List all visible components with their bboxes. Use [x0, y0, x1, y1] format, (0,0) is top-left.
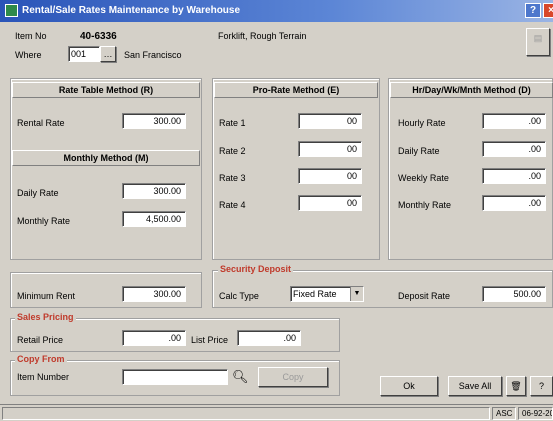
rate2-field[interactable]: 00: [298, 141, 362, 157]
title-bar: Rental/Sale Rates Maintenance by Warehou…: [0, 0, 553, 22]
minimum-rent-field[interactable]: 300.00: [122, 286, 186, 302]
rates-maintenance-window: Rental/Sale Rates Maintenance by Warehou…: [0, 0, 553, 421]
help-button[interactable]: ?: [530, 376, 553, 396]
where-label: Where: [15, 50, 42, 60]
daily-rate-field[interactable]: 300.00: [122, 183, 186, 199]
retail-price-label: Retail Price: [17, 335, 64, 345]
search-icon[interactable]: 🔍︎: [232, 369, 249, 385]
where-code-field[interactable]: 001: [68, 46, 100, 62]
rate-table-title: Rate Table Method (R): [12, 82, 200, 98]
hourly-rate-field[interactable]: .00: [482, 113, 546, 129]
copy-button[interactable]: Copy: [258, 367, 328, 387]
help-icon[interactable]: ?: [525, 3, 541, 18]
item-number-field[interactable]: [122, 369, 228, 385]
retail-price-field[interactable]: .00: [122, 330, 186, 346]
where-lookup-button[interactable]: …: [100, 46, 116, 62]
document-icon: ▤: [533, 33, 543, 43]
hdwm-monthly-rate-label: Monthly Rate: [398, 200, 452, 210]
calc-type-select[interactable]: Fixed Rate ▼: [290, 286, 364, 302]
item-no-value: 40-6336: [80, 31, 117, 42]
calc-type-label: Calc Type: [219, 291, 259, 301]
deposit-rate-label: Deposit Rate: [398, 291, 451, 301]
where-name: San Francisco: [124, 50, 182, 60]
weekly-rate-field[interactable]: .00: [482, 168, 546, 184]
weekly-rate-label: Weekly Rate: [398, 173, 449, 183]
delete-button[interactable]: 🗑︎: [506, 376, 526, 396]
rate1-field[interactable]: 00: [298, 113, 362, 129]
save-all-button[interactable]: Save All: [448, 376, 502, 396]
ok-button[interactable]: Ok: [380, 376, 438, 396]
hdwm-daily-rate-label: Daily Rate: [398, 146, 440, 156]
rate3-label: Rate 3: [219, 173, 246, 183]
item-number-label: Item Number: [17, 372, 70, 382]
hdwm-daily-rate-field[interactable]: .00: [482, 141, 546, 157]
app-icon: [5, 4, 18, 17]
list-price-field[interactable]: .00: [237, 330, 301, 346]
trash-icon: 🗑︎: [510, 381, 522, 391]
status-date: 06-92-200: [518, 407, 553, 420]
rate3-field[interactable]: 00: [298, 168, 362, 184]
deposit-rate-field[interactable]: 500.00: [482, 286, 546, 302]
rental-rate-field[interactable]: 300.00: [122, 113, 186, 129]
list-price-label: List Price: [191, 335, 229, 345]
prorate-title: Pro-Rate Method (E): [214, 82, 378, 98]
rate4-label: Rate 4: [219, 200, 246, 210]
copy-from-title: Copy From: [15, 354, 67, 364]
rate2-label: Rate 2: [219, 146, 246, 156]
status-message: [2, 407, 490, 420]
lookup-icon: …: [103, 49, 113, 59]
hdwm-monthly-rate-field[interactable]: .00: [482, 195, 546, 211]
sales-pricing-title: Sales Pricing: [15, 312, 76, 322]
status-mode: ASC: [492, 407, 516, 420]
window-title: Rental/Sale Rates Maintenance by Warehou…: [22, 5, 241, 16]
toolbar-icon-button[interactable]: ▤: [526, 28, 550, 56]
rate4-field[interactable]: 00: [298, 195, 362, 211]
daily-rate-label: Daily Rate: [17, 188, 59, 198]
security-deposit-title: Security Deposit: [218, 264, 294, 274]
calc-type-value: Fixed Rate: [293, 289, 337, 299]
status-bar: ASC 06-92-200: [0, 404, 553, 421]
monthly-method-title: Monthly Method (M): [12, 150, 200, 166]
monthly-rate-field[interactable]: 4,500.00: [122, 211, 186, 227]
minimum-rent-label: Minimum Rent: [17, 291, 76, 301]
rate1-label: Rate 1: [219, 118, 246, 128]
close-icon[interactable]: ×: [543, 3, 553, 18]
hdwm-title: Hr/Day/Wk/Mnth Method (D): [390, 82, 553, 98]
item-description: Forklift, Rough Terrain: [218, 31, 307, 41]
item-no-label: Item No: [15, 31, 47, 41]
hourly-rate-label: Hourly Rate: [398, 118, 446, 128]
rental-rate-label: Rental Rate: [17, 118, 65, 128]
rate-table-box: [10, 78, 202, 260]
chevron-down-icon[interactable]: ▼: [350, 287, 363, 301]
monthly-rate-label: Monthly Rate: [17, 216, 71, 226]
